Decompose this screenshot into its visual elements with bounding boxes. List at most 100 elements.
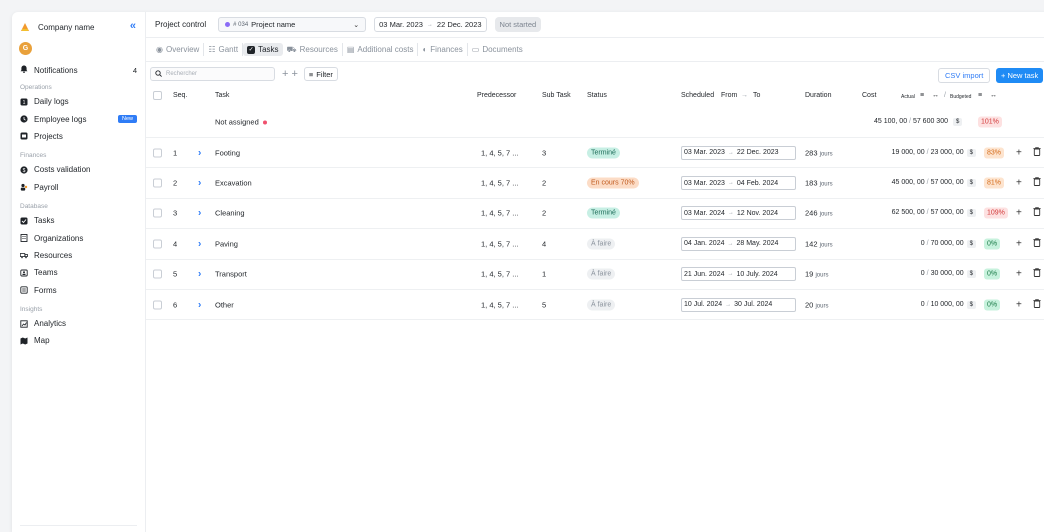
sidebar-item-payroll[interactable]: Payroll [12,179,145,196]
schedule-to: 04 Feb. 2024 [736,179,779,187]
cost-pct-badge: 0% [984,268,1001,280]
chevron-right-icon[interactable]: › [198,299,201,310]
resize-icon[interactable]: ↔ [990,92,997,99]
trash-icon[interactable] [1033,237,1041,250]
sidebar-item-label: Daily logs [34,97,69,107]
cost-separator: / [926,209,929,217]
currency-badge: $ [952,118,963,126]
status-badge[interactable]: En cours 70% [587,177,639,189]
add-subtask-icon[interactable]: + [1016,299,1022,310]
row-duration: 183 jours [805,179,833,188]
schedule-range[interactable]: 21 Jun. 2024 → 10 July. 2024 [681,267,796,282]
sidebar-item-forms[interactable]: Forms [12,282,145,299]
csv-import-button[interactable]: CSV import [938,68,991,83]
notifications-label: Notifications [34,65,78,75]
schedule-range[interactable]: 04 Jan. 2024 → 28 May. 2024 [681,236,796,251]
table-row[interactable]: 6 › Other 1, 4, 5, 7 ... 5 À faire 10 Jul. 202… [146,290,1044,321]
chevron-right-icon[interactable]: › [198,269,201,280]
add-subtask-icon[interactable]: + [1016,208,1022,219]
cost-actual: 45 000, 00 [891,179,925,187]
add-subtask-icon[interactable]: + [1016,147,1022,158]
schedule-range[interactable]: 03 Mar. 2023 → 22 Dec. 2023 [681,145,796,160]
trash-icon[interactable] [1033,177,1041,189]
table-row[interactable]: 5 › Transport 1, 4, 5, 7 ... 1 À faire 21 Jun.… [146,260,1044,290]
row-subtask: 1 [542,269,547,279]
table-header: Seq. Task Predecessor Sub Task Status Sc… [146,87,1044,107]
sidebar-item-label: Tasks [34,216,55,226]
sidebar-item-costs-validation[interactable]: $ Costs validation [12,161,145,178]
row-checkbox[interactable] [153,208,162,218]
chevron-right-icon[interactable]: › [198,238,201,249]
table-row[interactable]: 1 › Footing 1, 4, 5, 7 ... 3 Terminé 03 Mar. 2… [146,138,1044,169]
row-checkbox[interactable] [153,148,162,158]
status-badge[interactable]: Terminé [587,147,620,159]
chevron-right-icon[interactable]: › [198,147,201,158]
sort-icon[interactable]: ≡ [978,92,982,99]
row-seq: 2 [173,178,178,188]
add-subtask-icon[interactable]: + [1016,178,1022,189]
sidebar-item-resources[interactable]: Resources [12,247,145,264]
sidebar-item-teams[interactable]: Teams [12,264,145,281]
select-all-checkbox[interactable] [153,91,162,100]
not-assigned-row[interactable]: Not assigned 45 100, 00 / 57 600 300 $ 1… [146,107,1044,138]
chevron-right-icon[interactable]: › [198,208,201,219]
sidebar-item-organizations[interactable]: Organizations [12,229,145,246]
resize-icon[interactable]: ↔ [932,92,939,99]
sidebar-item-analytics[interactable]: Analytics [12,315,145,332]
row-checkbox[interactable] [153,269,162,279]
status-badge[interactable]: À faire [587,268,616,280]
tab-tasks[interactable]: ✓ Tasks [243,43,283,56]
tab-documents[interactable]: ▭ Documents [468,43,527,56]
project-select[interactable]: # 034 Project name ⌄ [218,17,367,32]
project-date-range[interactable]: 03 Mar. 2023 → 22 Dec. 2023 [374,17,487,32]
sort-icon[interactable]: ≡ [920,92,924,99]
row-checkbox[interactable] [153,300,162,310]
add-subtask-icon[interactable]: + [1016,238,1022,249]
map-icon [20,337,28,345]
trash-icon[interactable] [1033,298,1041,311]
row-predecessor: 1, 4, 5, 7 ... [481,148,519,158]
search-input[interactable]: Rechercher [150,67,275,81]
tab-overview[interactable]: ◉ Overview [152,43,205,56]
row-checkbox[interactable] [153,239,162,249]
sidebar-item-daily-logs[interactable]: 1 Daily logs [12,93,145,110]
filter-label: Filter [316,69,333,79]
duration-unit: jours [815,272,829,279]
avatar[interactable]: G [19,42,32,55]
new-task-button[interactable]: + New task [996,68,1044,83]
table-row[interactable]: 3 › Cleaning 1, 4, 5, 7 ... 2 Terminé 03 Mar. … [146,199,1044,230]
filter-button[interactable]: ≡ Filter [303,67,338,81]
row-cost: 19 000, 00 / 23 000, 00 $ [892,148,976,157]
add-subtask-icon[interactable]: + [1016,269,1022,280]
collapse-sidebar-icon[interactable]: « [130,20,136,32]
tab-finances[interactable]: ◐ Finances [418,43,468,56]
coin-icon: $ [20,166,28,174]
chevron-right-icon[interactable]: › [198,178,201,189]
sidebar-item-employee-logs[interactable]: Employee logs New [12,110,145,127]
trash-icon[interactable] [1033,268,1041,280]
sidebar-item-map[interactable]: Map [12,332,145,349]
row-checkbox[interactable] [153,178,162,188]
trash-icon[interactable] [1033,207,1041,219]
status-badge[interactable]: À faire [587,238,616,250]
tab-additional-costs[interactable]: ▤ Additional costs [343,43,419,56]
add-column-icon[interactable]: + [291,68,297,80]
tab-gantt[interactable]: ☷ Gantt [204,43,244,56]
sidebar-item-notifications[interactable]: Notifications 4 [12,63,145,77]
project-color-dot [225,22,231,27]
trash-icon[interactable] [1033,146,1041,159]
sidebar-item-tasks[interactable]: Tasks [12,212,145,229]
status-badge[interactable]: Terminé [587,207,620,219]
status-badge[interactable]: À faire [587,299,616,311]
schedule-range[interactable]: 03 Mar. 2023 → 04 Feb. 2024 [681,176,796,191]
sidebar-item-projects[interactable]: Projects [12,128,145,145]
table-row[interactable]: 4 › Paving 1, 4, 5, 7 ... 4 À faire 04 Jan. 20… [146,229,1044,260]
cost-budgeted: 10 000, 00 [930,300,964,308]
expand-all-icon[interactable]: + [282,68,288,80]
tab-resources[interactable]: ⛟ Resources [283,43,343,56]
table-row[interactable]: 2 › Excavation 1, 4, 5, 7 ... 2 En cours 70% 0… [146,168,1044,199]
schedule-range[interactable]: 03 Mar. 2024 → 12 Nov. 2024 [681,206,796,221]
schedule-to: 10 July. 2024 [736,270,778,278]
row-cost: 45 000, 00 / 57 000, 00 $ [891,179,976,188]
schedule-range[interactable]: 10 Jul. 2024 → 30 Jul. 2024 [681,297,796,312]
